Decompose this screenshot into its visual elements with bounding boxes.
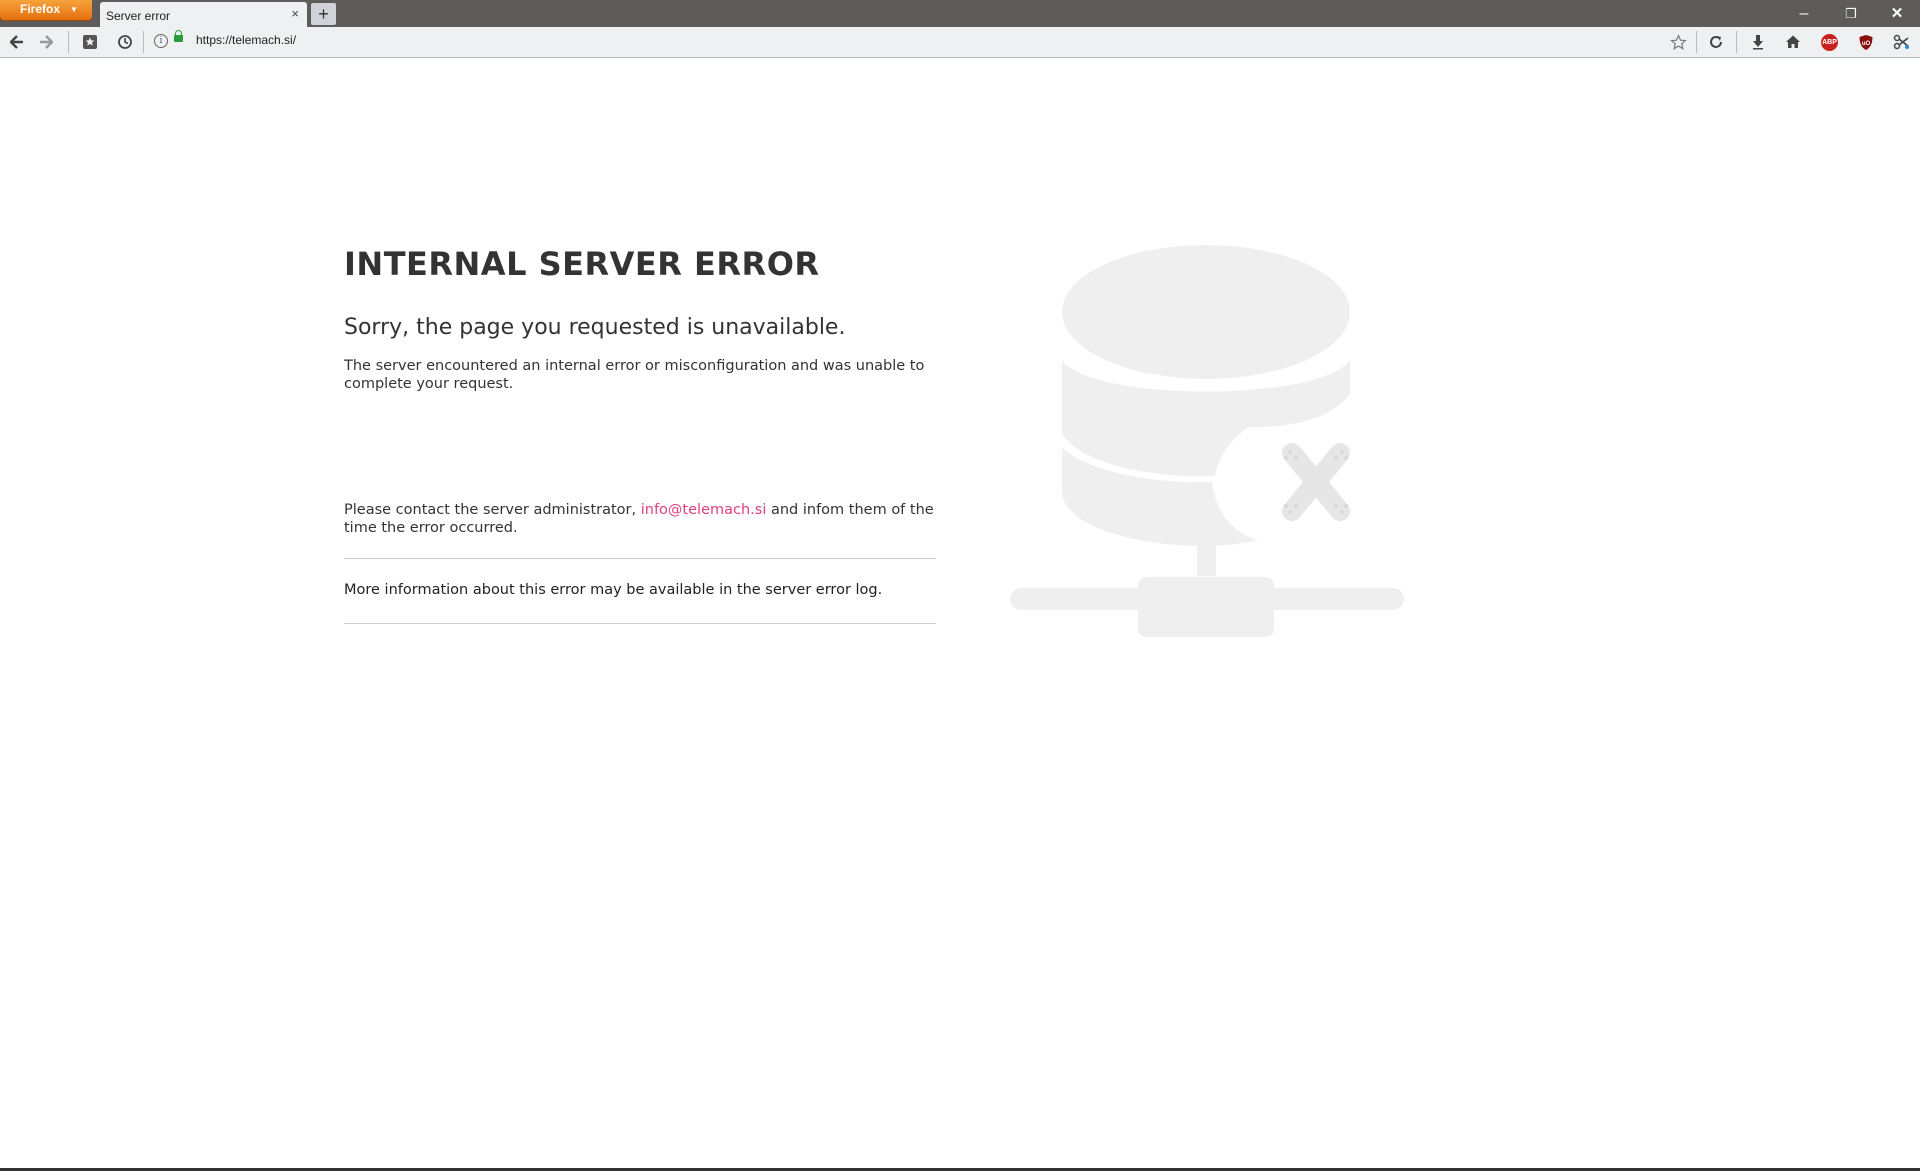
reload-icon[interactable] <box>1704 31 1728 53</box>
star-icon[interactable] <box>1666 31 1690 53</box>
divider <box>344 558 936 559</box>
adblock-plus-icon[interactable]: ABP <box>1821 34 1838 51</box>
page-title: INTERNAL SERVER ERROR <box>344 245 820 283</box>
maximize-button[interactable]: ❐ <box>1828 0 1874 27</box>
toolbar-separator <box>1736 31 1737 53</box>
minimize-button[interactable]: – <box>1781 0 1827 27</box>
close-window-button[interactable]: ✕ <box>1874 0 1920 27</box>
navigation-bar: i https://telemach.si/ ABP uO <box>0 27 1920 58</box>
page-subtitle: Sorry, the page you requested is unavail… <box>344 315 846 340</box>
firefox-menu-button[interactable]: Firefox ▼ <box>0 0 92 20</box>
history-icon[interactable] <box>113 31 137 53</box>
toolbar-separator <box>143 31 144 53</box>
divider <box>344 623 936 624</box>
title-bar: Firefox ▼ Server error × + – ❐ ✕ <box>0 0 1920 27</box>
url-field[interactable]: https://telemach.si/ <box>196 33 296 47</box>
toolbar-separator <box>1696 31 1697 53</box>
contact-email-link[interactable]: info@telemach.si <box>641 502 767 518</box>
forward-icon[interactable] <box>34 31 58 53</box>
firefox-menu-label: Firefox <box>20 2 61 16</box>
tools-icon[interactable] <box>1890 31 1914 53</box>
server-error-illustration <box>1010 245 1404 637</box>
toolbar-separator <box>68 31 69 53</box>
error-description: The server encountered an internal error… <box>344 358 925 392</box>
site-info-icon[interactable]: i <box>154 34 168 48</box>
tab-title: Server error <box>106 9 171 23</box>
download-icon[interactable] <box>1746 31 1770 53</box>
contact-prefix: Please contact the server administrator, <box>344 502 641 518</box>
contact-text: Please contact the server administrator,… <box>344 501 936 537</box>
back-icon[interactable] <box>5 31 29 53</box>
home-icon[interactable] <box>1781 31 1805 53</box>
more-info-text: More information about this error may be… <box>344 582 883 598</box>
menu-arrow-icon: ▼ <box>70 5 78 14</box>
ublock-icon[interactable]: uO <box>1854 31 1878 53</box>
bookmarks-icon[interactable] <box>78 31 102 53</box>
tab-close-icon[interactable]: × <box>291 6 299 21</box>
browser-tab[interactable]: Server error × <box>100 2 307 27</box>
svg-text:uO: uO <box>1862 41 1871 47</box>
lock-icon[interactable] <box>174 30 183 42</box>
new-tab-button[interactable]: + <box>311 3 336 25</box>
